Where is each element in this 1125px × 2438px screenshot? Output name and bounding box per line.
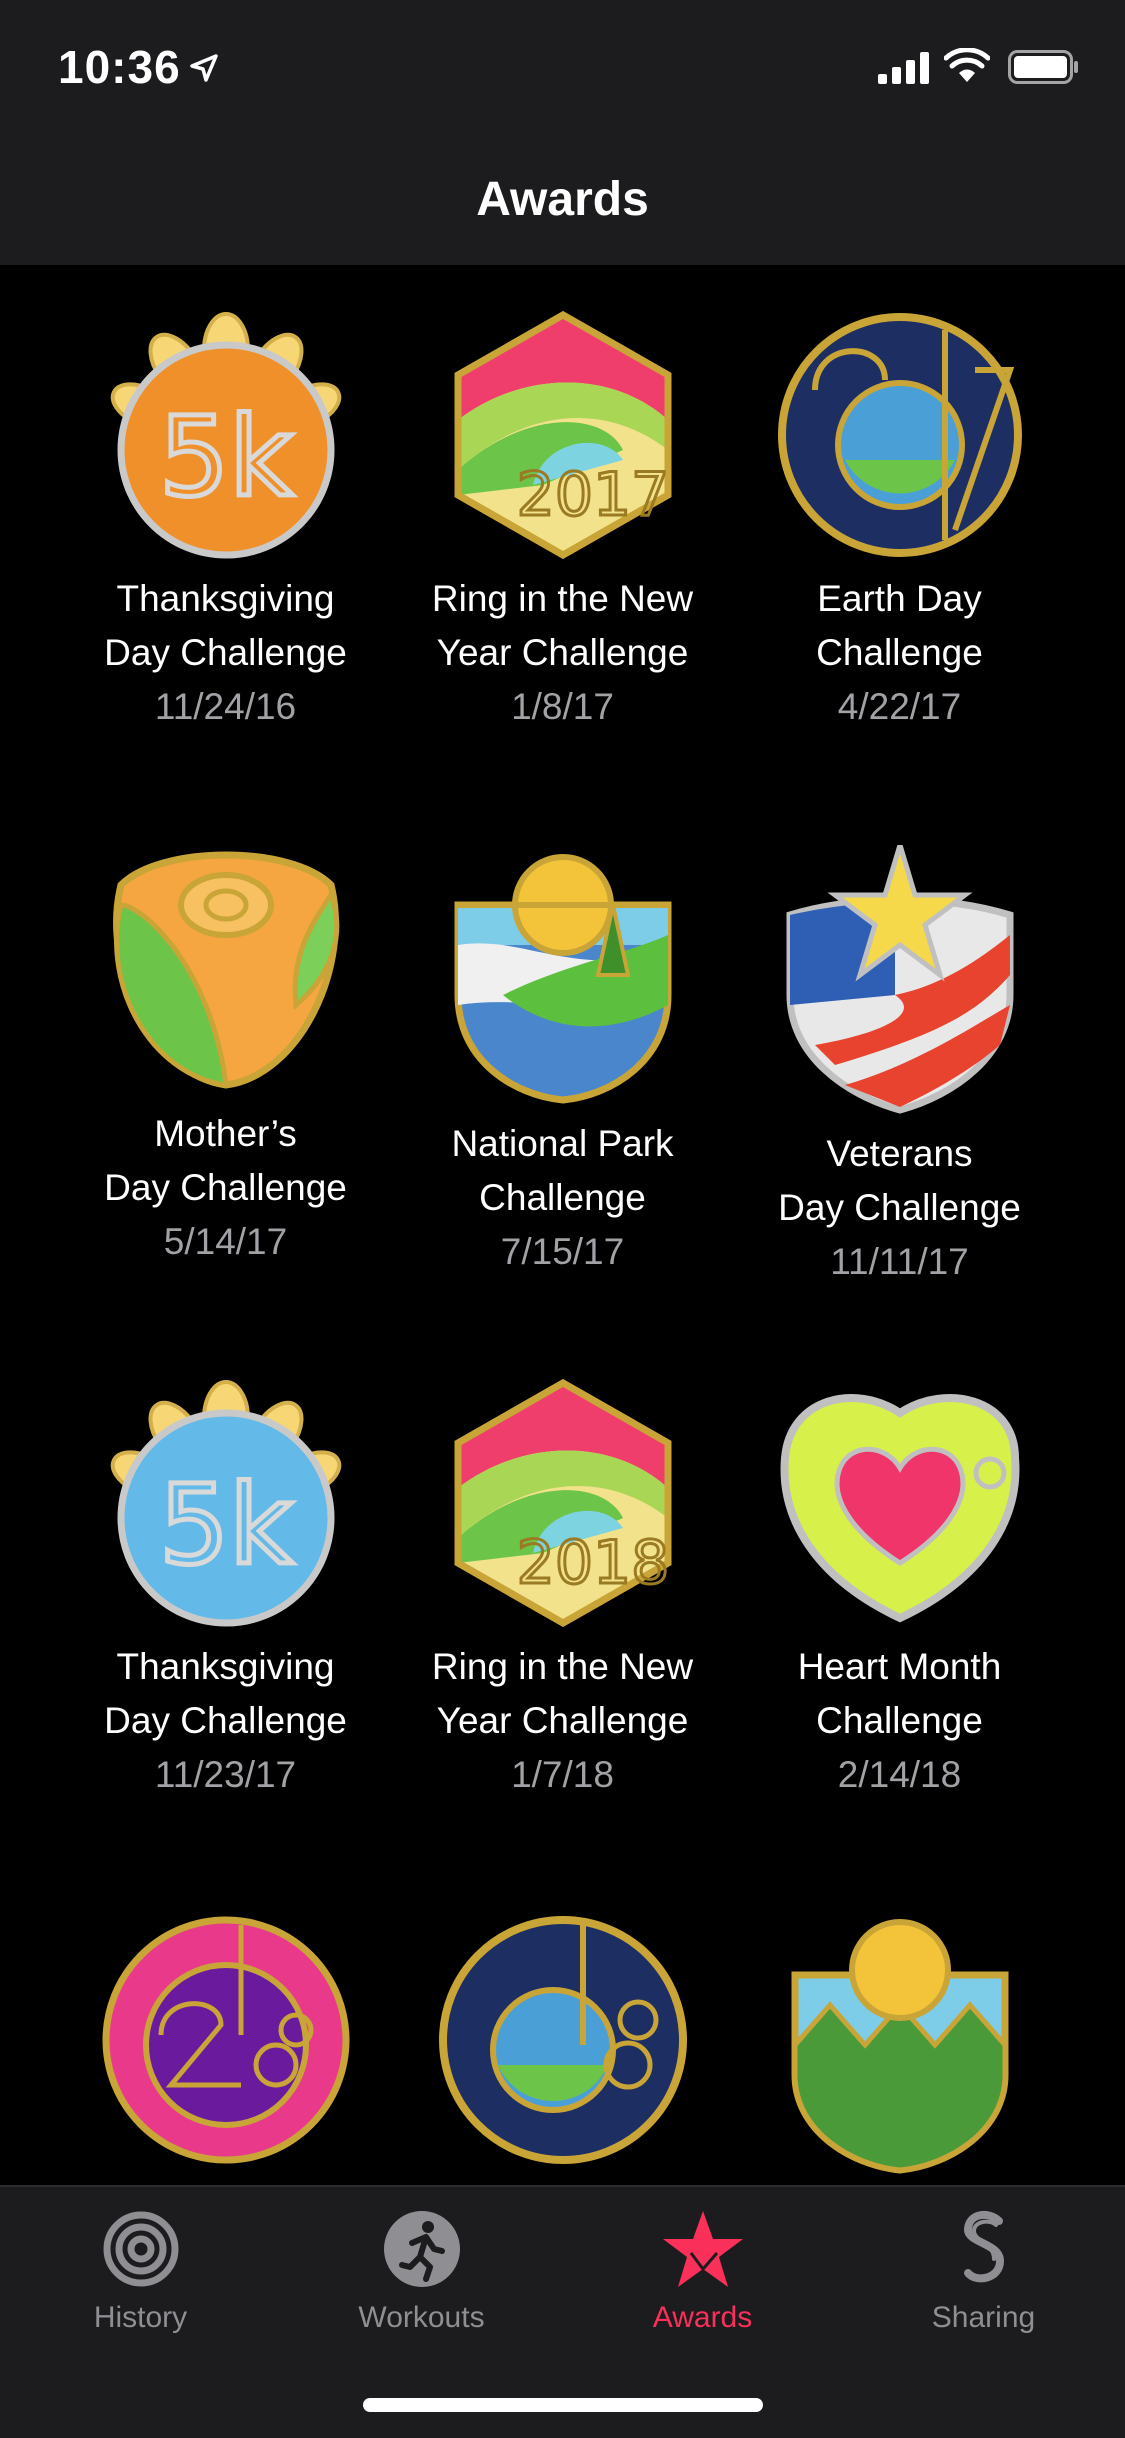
status-time: 10:36 (58, 41, 181, 93)
tab-label: History (93, 2301, 188, 2334)
national-park-badge-icon (454, 854, 671, 1104)
new-year-2017-hexagon-badge-icon: 2017 (454, 310, 671, 560)
runner-icon (383, 2211, 460, 2287)
thanksgiving-5k-orange-badge-icon: 5k (110, 312, 341, 559)
tab-awards[interactable]: Awards (562, 2209, 843, 2335)
svg-text:5k: 5k (159, 393, 293, 521)
tab-sharing[interactable]: Sharing (843, 2209, 1124, 2335)
earth-day-2018-badge-icon (438, 1916, 687, 2164)
award-name: Mother’s Day Challenge (104, 1113, 347, 1208)
award-cell[interactable]: National Park Challenge 7/15/17 (375, 845, 750, 1279)
award-date: 5/14/17 (163, 1221, 288, 1262)
tab-label: Sharing (931, 2301, 1036, 2334)
home-indicator[interactable] (363, 2398, 763, 2412)
award-name: Ring in the New Year Challenge (431, 578, 694, 673)
tab-history[interactable]: History (0, 2209, 281, 2335)
award-cell[interactable] (375, 1915, 750, 2177)
award-name: National Park Challenge (451, 1123, 674, 1218)
award-cell[interactable] (38, 1915, 413, 2177)
award-name: Heart Month Challenge (797, 1646, 1002, 1741)
tab-label: Workouts (358, 2301, 485, 2334)
award-cell[interactable]: 5k Thanksgiving Day Challenge 11/23/17 (38, 1378, 413, 1802)
award-cell[interactable]: Mother’s Day Challenge 5/14/17 (38, 845, 413, 1269)
award-date: 4/22/17 (837, 686, 962, 727)
rings-icon (103, 2211, 178, 2287)
award-date: 11/11/17 (830, 1241, 969, 1282)
award-name: Ring in the New Year Challenge (431, 1646, 694, 1741)
award-cell[interactable]: Earth Day Challenge 4/22/17 (712, 310, 1087, 734)
award-date: 2/14/18 (837, 1754, 962, 1795)
award-date: 1/8/17 (511, 686, 614, 727)
location-arrow-icon (190, 54, 218, 82)
award-cell[interactable] (712, 1915, 1087, 2185)
svg-text:2018: 2018 (516, 1528, 669, 1598)
heart-month-badge-icon (780, 1394, 1019, 1623)
award-cell[interactable]: 2018 Ring in the New Year Challenge 1/7/… (375, 1378, 750, 1802)
mountain-sun-badge-icon (791, 1919, 1008, 2174)
thanksgiving-5k-blue-badge-icon: 5k (110, 1380, 341, 1627)
tab-label: Awards (652, 2301, 753, 2334)
award-name: Thanksgiving Day Challenge (104, 578, 347, 673)
page-title: Awards (476, 173, 649, 226)
award-name: Earth Day Challenge (816, 578, 983, 673)
wifi-icon (944, 48, 990, 82)
award-cell[interactable]: 2017 Ring in the New Year Challenge 1/8/… (375, 310, 750, 734)
pink-2018-badge-icon (102, 1916, 349, 2164)
status-bar: 10:36 (0, 0, 1125, 135)
award-date: 11/24/16 (154, 686, 297, 727)
award-date: 11/23/17 (154, 1754, 297, 1795)
sharing-icon (963, 2210, 1004, 2283)
svg-text:2017: 2017 (516, 460, 669, 530)
svg-text:5k: 5k (159, 1461, 293, 1589)
cellular-signal-icon (878, 52, 929, 84)
award-name: Veterans Day Challenge (778, 1133, 1021, 1228)
tab-workouts[interactable]: Workouts (281, 2209, 562, 2335)
star-award-icon (662, 2211, 743, 2287)
earth-day-2017-badge-icon (777, 313, 1022, 557)
award-cell[interactable]: 5k Thanksgiving Day Challenge 11/24/16 (38, 310, 413, 734)
battery-icon (1008, 50, 1078, 84)
mothers-day-rose-badge-icon (112, 851, 339, 1089)
award-date: 7/15/17 (500, 1231, 625, 1272)
award-date: 1/7/18 (511, 1754, 614, 1795)
award-cell[interactable]: Heart Month Challenge 2/14/18 (712, 1378, 1087, 1802)
award-name: Thanksgiving Day Challenge (104, 1646, 347, 1741)
new-year-2018-hexagon-badge-icon: 2018 (454, 1378, 671, 1628)
veterans-day-flag-badge-icon (786, 845, 1013, 1114)
award-cell[interactable]: Veterans Day Challenge 11/11/17 (712, 845, 1087, 1289)
awards-grid: 5k Thanksgiving Day Challenge 11/24/16 2… (0, 265, 1125, 2185)
